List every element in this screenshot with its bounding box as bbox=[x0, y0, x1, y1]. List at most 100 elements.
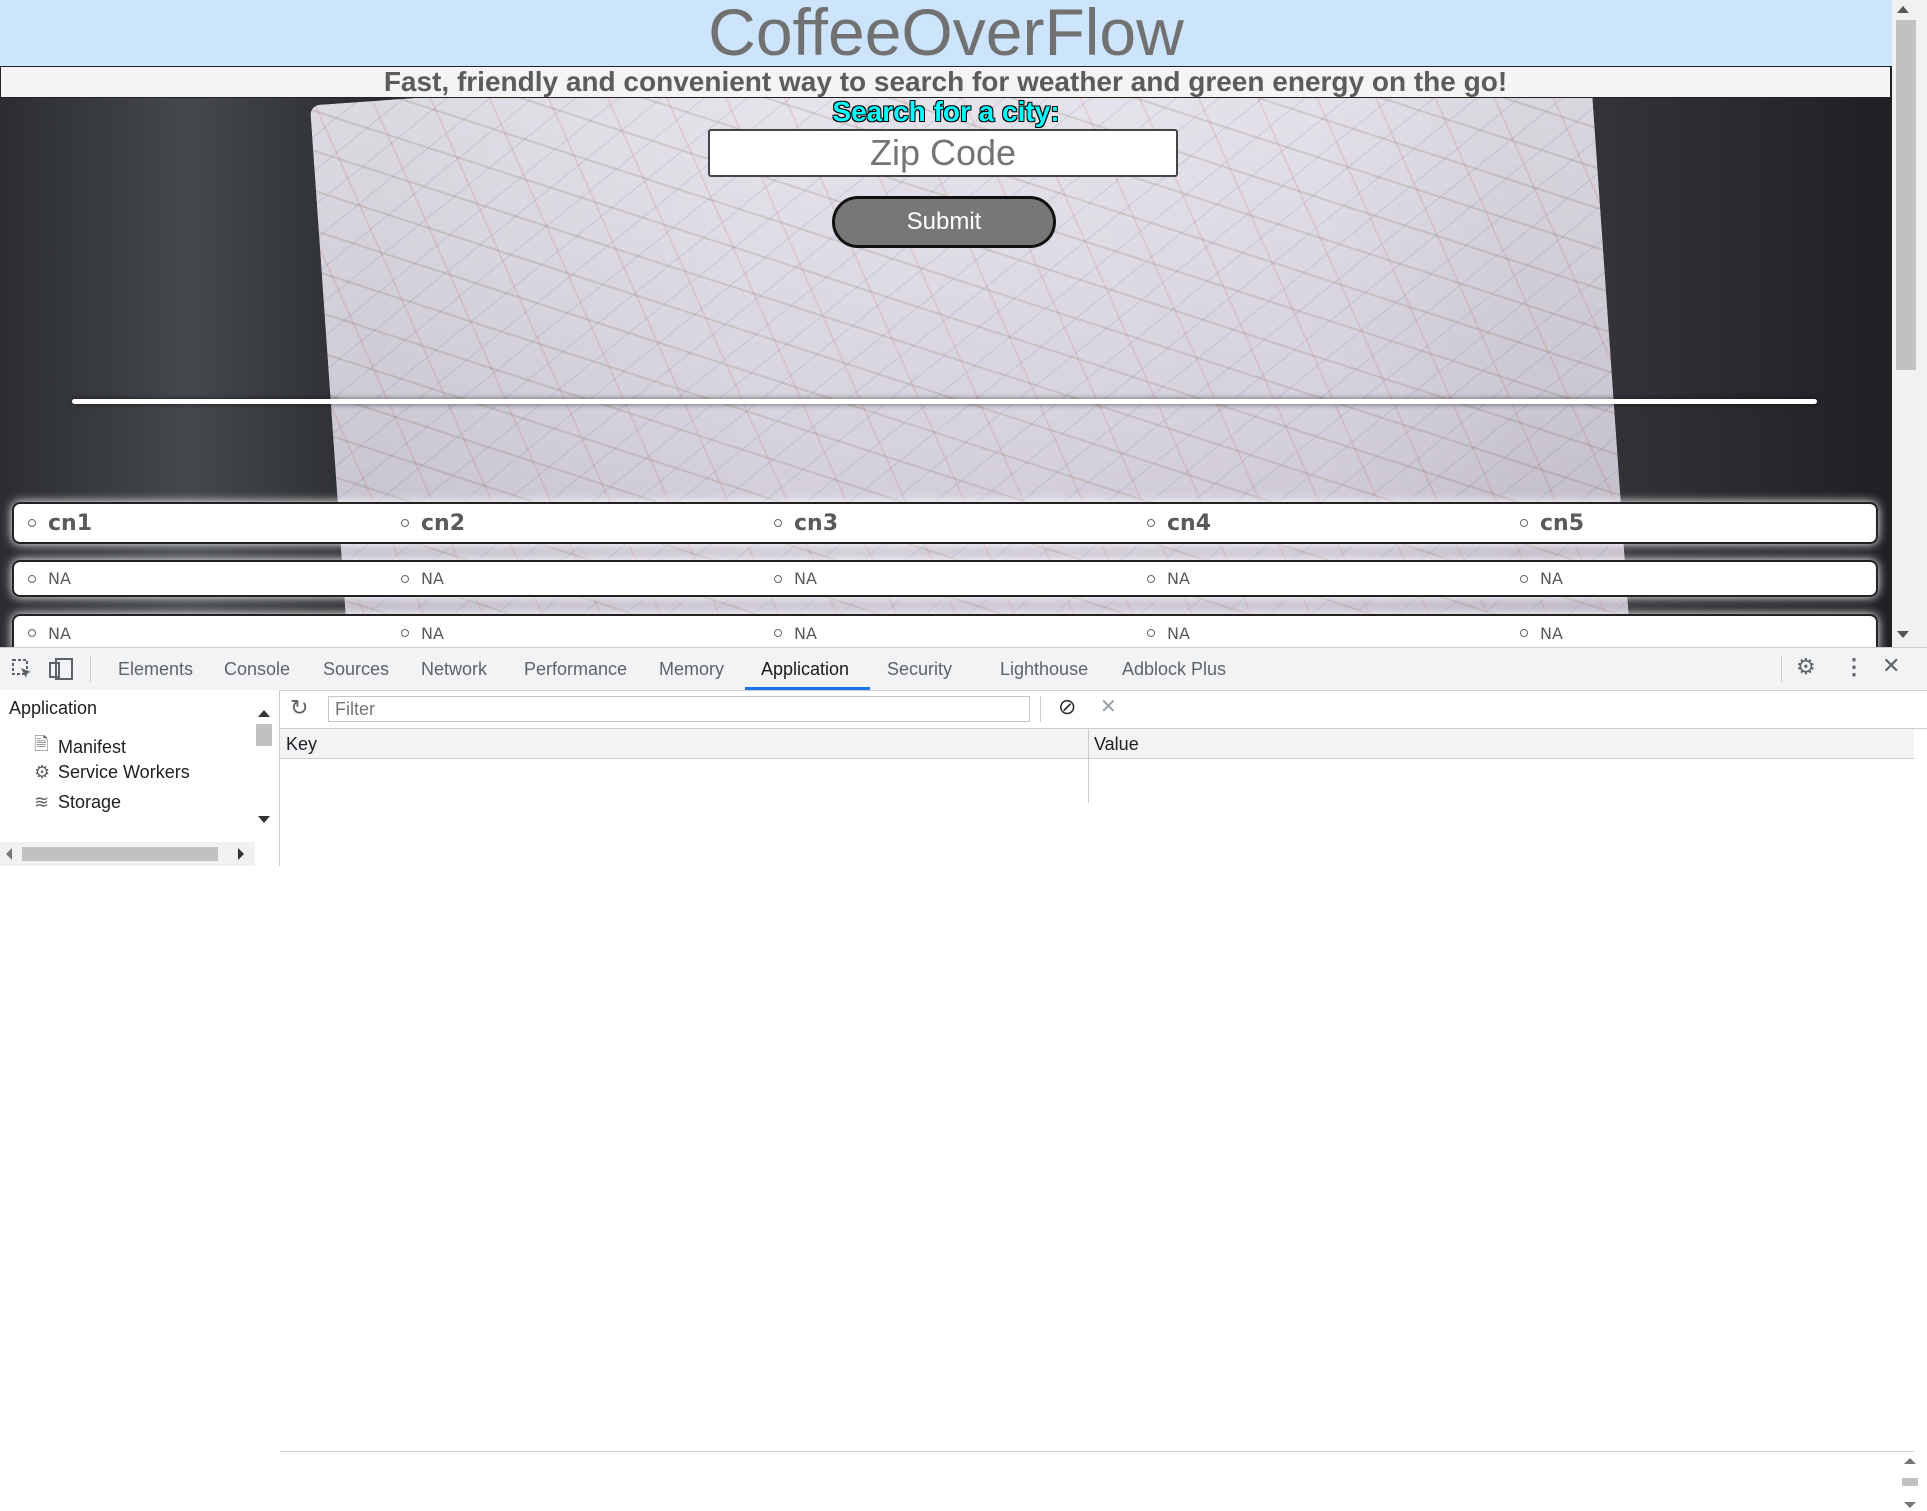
settings-gear-icon[interactable]: ⚙ bbox=[1796, 654, 1816, 680]
sidebar-item-label: Manifest bbox=[58, 736, 127, 757]
value-text: NA bbox=[794, 623, 817, 643]
list-item: NA bbox=[28, 562, 71, 595]
toolbar-divider bbox=[1040, 696, 1041, 722]
clear-all-icon[interactable]: ⊘ bbox=[1058, 694, 1076, 720]
bullet-icon bbox=[1520, 519, 1528, 527]
bullet-icon bbox=[1520, 629, 1528, 637]
tab-application[interactable]: Application bbox=[745, 648, 870, 690]
sidebar-title: Application bbox=[9, 698, 98, 718]
list-item: cn3 bbox=[774, 504, 838, 542]
sidebar-hscroll-thumb[interactable] bbox=[22, 847, 218, 861]
bullet-icon bbox=[774, 629, 782, 637]
list-item: NA bbox=[1520, 562, 1563, 595]
tab-sources[interactable]: Sources bbox=[323, 648, 389, 690]
device-toolbar-icon[interactable] bbox=[48, 657, 74, 681]
sidebar-item-label: Storage bbox=[58, 792, 122, 812]
page-viewport: CoffeeOverFlow Fast, friendly and conven… bbox=[0, 0, 1892, 647]
sidebar-item-label: Service Workers bbox=[58, 762, 190, 782]
zip-code-input[interactable] bbox=[708, 129, 1178, 177]
city-name: cn5 bbox=[1540, 510, 1585, 536]
bullet-icon bbox=[774, 574, 782, 583]
tab-network[interactable]: Network bbox=[421, 648, 487, 690]
city-name: cn2 bbox=[421, 510, 466, 536]
gear-icon: ⚙ bbox=[34, 762, 51, 782]
scroll-down-icon[interactable] bbox=[1897, 631, 1909, 638]
value-text: NA bbox=[421, 569, 444, 588]
devtools-toolbar: Elements Console Sources Network Perform… bbox=[0, 648, 1927, 691]
toolbar-divider bbox=[90, 656, 91, 682]
list-item: NA bbox=[401, 562, 444, 595]
sidebar-scroll-thumb[interactable] bbox=[256, 724, 272, 746]
bullet-icon bbox=[1147, 519, 1155, 527]
bullet-icon bbox=[1520, 574, 1528, 583]
tab-console[interactable]: Console bbox=[224, 648, 290, 690]
tagline: Fast, friendly and convenient way to sea… bbox=[383, 66, 1508, 97]
column-header-value[interactable]: Value bbox=[1088, 729, 1914, 759]
close-icon[interactable]: ✕ bbox=[1882, 653, 1900, 679]
delete-selected-icon[interactable]: ✕ bbox=[1100, 694, 1117, 719]
table-row[interactable] bbox=[280, 1411, 1914, 1452]
scroll-down-icon[interactable] bbox=[258, 816, 270, 823]
value-text: NA bbox=[1540, 623, 1563, 643]
column-header-key[interactable]: Key bbox=[280, 729, 1088, 759]
tab-security[interactable]: Security bbox=[887, 648, 952, 690]
bullet-icon bbox=[401, 519, 409, 527]
list-item: NA bbox=[28, 616, 71, 647]
file-icon: 🗎 bbox=[34, 734, 49, 754]
city-name: cn3 bbox=[794, 510, 839, 536]
scroll-up-icon[interactable] bbox=[1897, 6, 1909, 13]
refresh-icon[interactable]: ↻ bbox=[290, 695, 308, 721]
bullet-icon bbox=[774, 519, 782, 527]
bullet-icon bbox=[28, 574, 36, 583]
tab-elements[interactable]: Elements bbox=[118, 648, 193, 690]
bullet-icon bbox=[1147, 629, 1155, 637]
tab-memory[interactable]: Memory bbox=[659, 648, 724, 690]
list-item: NA bbox=[1147, 562, 1190, 595]
table-scroll-thumb[interactable] bbox=[1902, 1478, 1918, 1486]
value-text: NA bbox=[1540, 569, 1563, 588]
value-text: NA bbox=[48, 623, 71, 643]
database-icon: ≋ bbox=[34, 792, 50, 812]
scroll-up-icon[interactable] bbox=[1904, 1458, 1916, 1464]
table-scrollbar[interactable] bbox=[1900, 1456, 1920, 1511]
sidebar-vertical-scrollbar[interactable] bbox=[255, 708, 273, 824]
bullet-icon bbox=[401, 574, 409, 583]
divider-line bbox=[72, 399, 1817, 404]
devtools-panel: Elements Console Sources Network Perform… bbox=[0, 647, 1927, 1508]
city-name: cn1 bbox=[48, 510, 93, 536]
bullet-icon bbox=[28, 519, 36, 527]
filter-input[interactable] bbox=[328, 696, 1030, 722]
list-item: cn2 bbox=[401, 504, 465, 542]
value-text: NA bbox=[1167, 623, 1190, 643]
scroll-right-icon[interactable] bbox=[238, 848, 244, 860]
bullet-icon bbox=[28, 629, 36, 637]
scroll-up-icon[interactable] bbox=[258, 710, 270, 717]
inspect-element-icon[interactable] bbox=[10, 657, 34, 681]
tab-performance[interactable]: Performance bbox=[524, 648, 627, 690]
sidebar-item-storage[interactable]: ≋ Storage bbox=[34, 792, 121, 813]
submit-button[interactable]: Submit bbox=[832, 196, 1056, 248]
application-sidebar: Application 🗎 Manifest ⚙ Service Workers… bbox=[0, 690, 280, 866]
city-row: cn1 cn2 cn3 cn4 cn5 bbox=[12, 502, 1878, 544]
sidebar-item-manifest[interactable]: 🗎 Manifest bbox=[34, 732, 126, 762]
bullet-icon bbox=[1147, 574, 1155, 583]
tab-lighthouse[interactable]: Lighthouse bbox=[1000, 648, 1088, 690]
scroll-left-icon[interactable] bbox=[6, 848, 12, 860]
data-row: NA NA NA NA NA bbox=[12, 560, 1878, 597]
list-item: NA bbox=[774, 562, 817, 595]
toolbar-divider bbox=[1781, 656, 1782, 682]
scroll-down-icon[interactable] bbox=[1904, 1502, 1916, 1508]
more-options-icon[interactable]: ⋮ bbox=[1843, 654, 1865, 680]
list-item: cn4 bbox=[1147, 504, 1211, 542]
page-scroll-thumb[interactable] bbox=[1896, 20, 1916, 370]
storage-filter-bar: ↻ ⊘ ✕ bbox=[280, 690, 1927, 729]
search-label: Search for a city: bbox=[832, 96, 1060, 127]
sidebar-item-service-workers[interactable]: ⚙ Service Workers bbox=[34, 762, 190, 783]
list-item: NA bbox=[1520, 616, 1563, 647]
value-text: NA bbox=[794, 569, 817, 588]
list-item: cn1 bbox=[28, 504, 92, 542]
tab-adblock-plus[interactable]: Adblock Plus bbox=[1122, 648, 1226, 690]
city-name: cn4 bbox=[1167, 510, 1212, 536]
value-text: NA bbox=[48, 569, 71, 588]
tagline-bar: Fast, friendly and convenient way to sea… bbox=[0, 66, 1891, 98]
